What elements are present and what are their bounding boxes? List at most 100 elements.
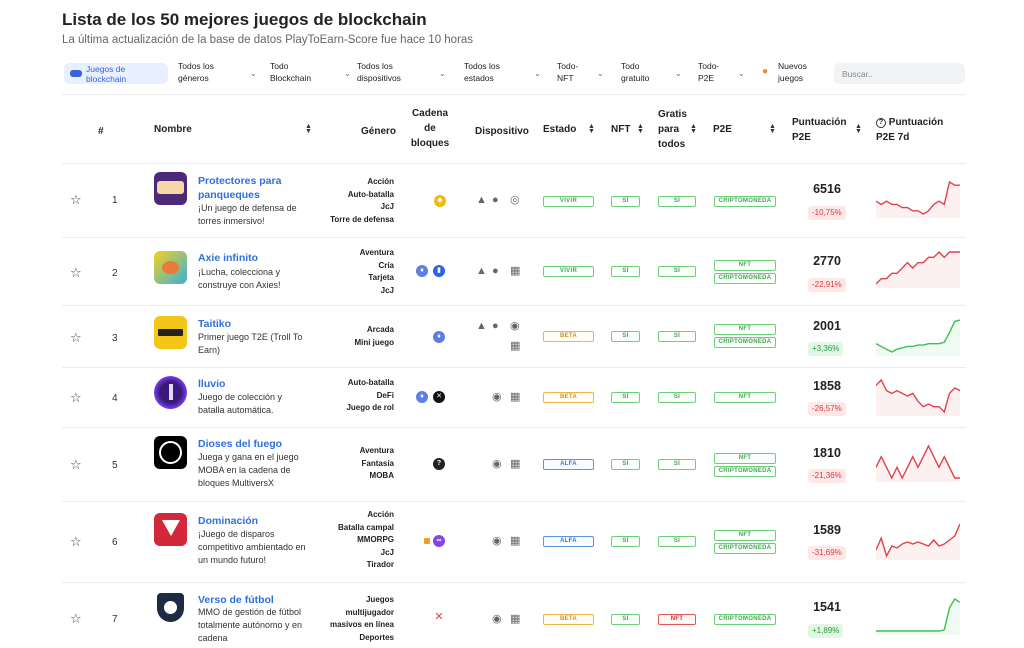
rank: 7 <box>112 614 118 625</box>
state-header[interactable]: Estado <box>543 122 576 137</box>
p2e-score: 6516 <box>813 182 841 196</box>
devices-filter[interactable]: Todos los dispositivos ⌄ <box>357 60 447 84</box>
game-logo[interactable] <box>154 172 187 205</box>
score-header[interactable]: Puntuación P2E <box>792 115 846 145</box>
sort-icon[interactable]: ▲ ▼ <box>637 123 644 135</box>
game-name-link[interactable]: Dominación <box>198 515 258 527</box>
star-outline-icon[interactable]: ☆ <box>70 192 82 208</box>
table-row[interactable]: ☆ 3 Taitiko Primer juego T2E (Troll To E… <box>62 306 966 367</box>
state-badge: BETA <box>543 331 594 342</box>
game-logo[interactable] <box>154 591 187 624</box>
ethereum-icon[interactable]: ♦ <box>416 265 428 277</box>
nft-badge: SÍ <box>611 459 640 470</box>
device-header: Dispositivo <box>475 126 529 137</box>
star-outline-icon[interactable]: ☆ <box>70 390 82 406</box>
page-title: Lista de los 50 mejores juegos de blockc… <box>62 10 427 29</box>
blockchain-filter[interactable]: Todo Blockchain ⌄ <box>270 60 351 84</box>
steam-icon: ◉ <box>492 458 502 470</box>
table-row[interactable]: ☆ 7 Verso de fútbol MMO de gestión de fú… <box>62 583 966 648</box>
star-outline-icon[interactable]: ☆ <box>70 611 82 627</box>
game-description: ¡Lucha, colecciona y construye con Axies… <box>198 267 281 290</box>
game-name-link[interactable]: Verso de fútbol <box>198 594 274 606</box>
filter-bar: Juegos de blockchain Todos los géneros ⌄ … <box>62 58 966 90</box>
genre-header: Género <box>361 126 397 137</box>
p2e-badge: NFT <box>714 530 776 541</box>
p2e-score: 2001 <box>813 319 841 333</box>
star-outline-icon[interactable]: ☆ <box>70 534 82 550</box>
star-outline-icon[interactable]: ☆ <box>70 265 82 281</box>
name-header[interactable]: Nombre <box>154 122 192 137</box>
help-icon[interactable]: ? <box>876 118 886 128</box>
score-change: -26,57% <box>808 402 846 416</box>
state-badge: VIVIR <box>543 196 594 207</box>
genre-list: Auto-batalla DeFi Juego de rol <box>346 378 394 412</box>
free-header[interactable]: Gratis para todos <box>658 107 687 152</box>
free-filter[interactable]: Todo gratuito ⌄ <box>621 60 691 84</box>
android-icon: ▲ <box>476 265 487 277</box>
game-name-link[interactable]: Dioses del fuego <box>198 438 282 450</box>
states-filter[interactable]: Todos los estados ⌄ <box>464 60 544 84</box>
genres-filter[interactable]: Todos los géneros ⌄ <box>178 60 258 84</box>
rank: 1 <box>112 195 118 206</box>
score-change: +3,36% <box>808 342 844 356</box>
search-input[interactable] <box>834 63 965 84</box>
game-logo[interactable] <box>154 376 187 409</box>
cross-icon[interactable]: ✕ <box>433 611 445 623</box>
nft-filter[interactable]: Todo- NFT ⌄ <box>557 60 607 84</box>
game-name-link[interactable]: Protectores para panqueques <box>198 174 298 202</box>
rank: 3 <box>112 333 118 344</box>
table-row[interactable]: ☆ 5 Dioses del fuego Juega y gana en el … <box>62 428 966 501</box>
game-name-link[interactable]: Taitiko <box>198 318 231 330</box>
table-row[interactable]: ☆ 6 Dominación ¡Juego de disparos compet… <box>62 502 966 582</box>
chevron-down-icon: ⌄ <box>534 69 541 78</box>
game-name-link[interactable]: Axie infinito <box>198 252 258 264</box>
game-logo[interactable] <box>154 251 187 284</box>
nft-badge: SÍ <box>611 614 640 625</box>
ethereum-icon[interactable]: ♦ <box>416 391 428 403</box>
score-change: +1,89% <box>808 624 844 638</box>
sparkline-7d <box>876 251 960 288</box>
p2e-filter[interactable]: Todo- P2E ⌄ <box>698 60 748 84</box>
sparkline-7d <box>876 319 960 356</box>
bnb-chain-icon[interactable]: ◆ <box>434 195 446 207</box>
game-description: Juega y gana en el juego MOBA en la cade… <box>198 452 299 488</box>
p2e-score: 2770 <box>813 254 841 268</box>
table-row[interactable]: ☆ 1 Protectores para panqueques ¡Un jueg… <box>62 164 966 237</box>
star-outline-icon[interactable]: ☆ <box>70 330 82 346</box>
game-logo[interactable] <box>154 316 187 349</box>
p2e-header[interactable]: P2E <box>713 122 732 137</box>
table-row[interactable]: ☆ 4 lluvio Juego de colección y batalla … <box>62 368 966 427</box>
arbitrum-icon[interactable] <box>424 538 430 544</box>
chevron-down-icon: ⌄ <box>344 69 351 78</box>
sparkline-7d <box>876 444 960 482</box>
game-logo[interactable] <box>154 436 187 469</box>
sparkline-7d <box>876 378 960 416</box>
sort-icon[interactable]: ▲ ▼ <box>588 123 595 135</box>
windows-icon: ▦ <box>510 535 521 547</box>
ethereum-icon[interactable]: ♦ <box>433 331 445 343</box>
sort-icon[interactable]: ▲ ▼ <box>690 123 697 135</box>
chevron-down-icon: ⌄ <box>597 69 604 78</box>
sort-icon[interactable]: ▲ ▼ <box>855 123 862 135</box>
sparkline-area <box>876 182 960 218</box>
star-outline-icon[interactable]: ☆ <box>70 457 82 473</box>
sort-icon[interactable]: ▲ ▼ <box>305 123 312 135</box>
nft-header[interactable]: NFT <box>611 122 630 137</box>
state-badge: ALFA <box>543 536 594 547</box>
new-games-filter[interactable]: ● Nuevos juegos <box>762 60 822 84</box>
table-row[interactable]: ☆ 2 Axie infinito ¡Lucha, colecciona y c… <box>62 238 966 305</box>
immutable-x-icon[interactable]: ✕ <box>433 391 445 403</box>
blockchain-games-chip[interactable]: Juegos de blockchain <box>64 63 168 84</box>
game-name-link[interactable]: lluvio <box>198 378 225 390</box>
ronin-chain-icon[interactable]: ▮ <box>433 265 445 277</box>
game-description: Primer juego T2E (Troll To Earn) <box>198 332 303 355</box>
free-badge: SÍ <box>658 459 696 470</box>
sort-icon[interactable]: ▲ ▼ <box>769 123 776 135</box>
p2e-badge: CRIPTOMONEDA <box>714 337 776 348</box>
polygon-icon[interactable]: ∞ <box>433 535 445 547</box>
sparkline-area <box>876 252 960 288</box>
game-logo[interactable] <box>154 513 187 546</box>
android-icon: ▲ <box>476 194 487 206</box>
genre-list: Acción Auto-batalla JcJ Torre de defensa <box>330 177 394 224</box>
unknown-chain-icon[interactable]: ? <box>433 458 445 470</box>
